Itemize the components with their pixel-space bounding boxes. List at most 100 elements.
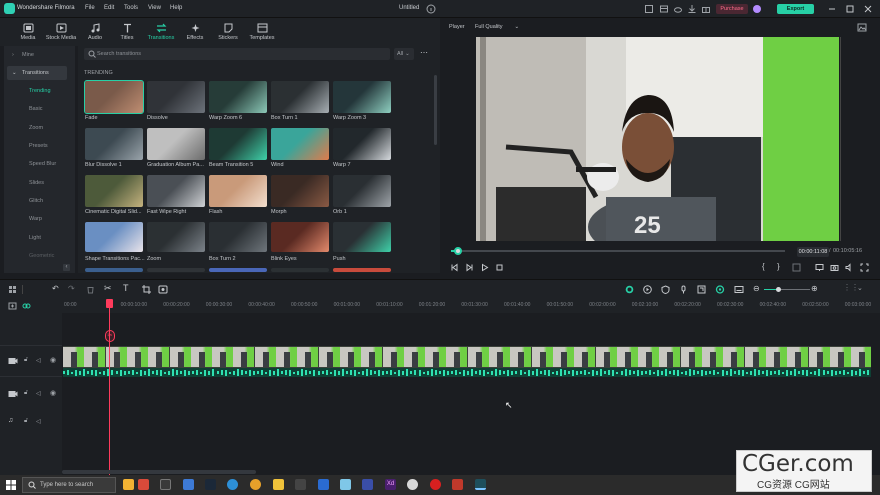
download-icon[interactable] <box>687 4 697 14</box>
nav-item-geometric[interactable]: Geometric <box>29 253 54 259</box>
transition-thumb[interactable] <box>85 222 143 252</box>
nav-item-light[interactable]: Light <box>29 235 41 241</box>
cloud-icon[interactable] <box>673 4 683 14</box>
menu-tools[interactable]: Tools <box>124 5 138 11</box>
filter-select[interactable]: All ⌄ <box>394 48 414 60</box>
playback-progress-knob[interactable] <box>454 247 462 255</box>
camera-icon[interactable] <box>830 263 839 272</box>
nav-item-presets[interactable]: Presets <box>29 143 48 149</box>
nav-collapse-button[interactable]: ‹ <box>63 264 70 271</box>
speaker-icon[interactable]: ◁ <box>36 357 41 364</box>
zoom-slider-knob[interactable] <box>776 287 781 292</box>
taskbar-app-files-icon[interactable] <box>273 479 284 490</box>
voiceover-icon[interactable] <box>697 285 706 294</box>
fullscreen-icon[interactable] <box>860 263 869 272</box>
taskbar-app-phone-icon[interactable] <box>362 479 373 490</box>
nav-item-slides[interactable]: Slides <box>29 180 44 186</box>
undo-icon[interactable]: ↶ <box>52 284 59 293</box>
link-icon[interactable] <box>22 302 31 310</box>
timeline-scrollbar[interactable] <box>62 470 256 474</box>
transition-thumb[interactable] <box>85 128 143 160</box>
ai-tools-icon[interactable] <box>715 285 725 294</box>
taskbar-app-steam-icon[interactable] <box>205 479 216 490</box>
taskbar-app-gift-icon[interactable] <box>138 479 149 490</box>
transition-thumb[interactable] <box>147 175 205 207</box>
next-frame-icon[interactable] <box>465 263 474 272</box>
zoom-out-icon[interactable]: ⊖ <box>753 284 760 293</box>
transition-thumb[interactable] <box>147 128 205 160</box>
taskbar-app-chrome-2-icon[interactable] <box>407 479 418 490</box>
transition-thumb[interactable] <box>84 80 144 114</box>
subtitles-icon[interactable] <box>734 285 744 294</box>
layout-icon[interactable] <box>659 4 669 14</box>
tool-media[interactable]: Media <box>16 18 40 46</box>
minimize-icon[interactable] <box>827 4 837 14</box>
transition-thumb[interactable] <box>85 268 143 272</box>
video-clip[interactable] <box>63 346 871 368</box>
mark-out-icon[interactable]: } <box>777 262 780 271</box>
taskbar-app-recorder-icon[interactable] <box>430 479 441 490</box>
transition-thumb[interactable] <box>209 81 267 113</box>
microphone-icon[interactable] <box>679 285 688 294</box>
play-circle-icon[interactable] <box>643 285 652 294</box>
gift-icon[interactable] <box>701 4 711 14</box>
eye-icon[interactable]: ◉ <box>50 356 56 364</box>
taskbar-app-mail-icon[interactable] <box>183 479 194 490</box>
menu-view[interactable]: View <box>148 5 161 11</box>
nav-item-trending[interactable]: Trending <box>29 88 51 94</box>
nav-section-mine[interactable]: Mine <box>22 52 34 58</box>
avatar[interactable] <box>753 5 761 13</box>
quality-select[interactable]: Full Quality ⌄ <box>475 24 519 30</box>
video-preview[interactable]: 25 <box>476 37 839 241</box>
split-scissors-icon[interactable]: ✂ <box>104 283 112 294</box>
nav-item-speed-blur[interactable]: Speed Blur <box>29 161 56 167</box>
menu-help[interactable]: Help <box>170 5 182 11</box>
transition-thumb[interactable] <box>333 81 391 113</box>
transition-thumb[interactable] <box>271 175 329 207</box>
tool-audio[interactable]: Audio <box>84 18 106 46</box>
transition-thumb[interactable] <box>209 222 267 252</box>
text-tool-icon[interactable]: T <box>123 283 129 293</box>
nav-item-glitch[interactable]: Glitch <box>29 198 43 204</box>
volume-icon[interactable] <box>845 263 854 272</box>
speaker-icon[interactable]: ◁ <box>36 390 41 397</box>
eye-icon[interactable]: ◉ <box>50 389 56 397</box>
lock-icon[interactable]: 🔓︎ <box>24 418 28 425</box>
snapshot-icon[interactable] <box>857 23 867 32</box>
taskbar-task-view-icon[interactable] <box>160 479 171 490</box>
browser-scrollbar[interactable] <box>434 75 437 145</box>
tool-templates[interactable]: Templates <box>248 18 276 46</box>
taskbar-app-adobe-xd-icon[interactable]: Xd <box>385 479 396 490</box>
taskbar-app-clock-icon[interactable] <box>123 479 134 490</box>
nav-section-transitions[interactable]: Transitions <box>22 70 49 76</box>
more-options-icon[interactable]: ⋯ <box>420 48 428 57</box>
taskbar-app-photos-icon[interactable] <box>340 479 351 490</box>
crop-icon[interactable] <box>142 285 151 294</box>
transition-thumb[interactable] <box>271 222 329 252</box>
purchase-button[interactable]: Purchase <box>716 4 748 14</box>
lock-icon[interactable]: 🔓︎ <box>24 357 28 364</box>
lock-icon[interactable]: 🔓︎ <box>24 390 28 397</box>
shield-icon[interactable] <box>661 285 670 294</box>
playhead-marker[interactable]: ✂ <box>105 330 115 342</box>
menu-file[interactable]: File <box>85 5 95 11</box>
menu-edit[interactable]: Edit <box>104 5 114 11</box>
nav-item-basic[interactable]: Basic <box>29 106 42 112</box>
chevron-down-icon[interactable]: ⌄ <box>857 284 863 292</box>
transition-thumb[interactable] <box>147 81 205 113</box>
playhead[interactable] <box>109 299 110 475</box>
grid-layout-icon[interactable] <box>8 285 17 294</box>
tool-effects[interactable]: Effects <box>184 18 206 46</box>
tool-transitions[interactable]: Transitions <box>146 18 176 46</box>
playhead-handle[interactable] <box>106 299 113 308</box>
taskbar-app-filmora-icon[interactable] <box>475 479 486 490</box>
transition-thumb[interactable] <box>333 128 391 160</box>
taskbar-app-chrome-icon[interactable] <box>250 479 261 490</box>
transition-thumb[interactable] <box>209 128 267 160</box>
tool-stock-media[interactable]: Stock Media <box>44 18 78 46</box>
taskbar-app-video-icon[interactable] <box>452 479 463 490</box>
nav-item-warp[interactable]: Warp <box>29 216 42 222</box>
tool-stickers[interactable]: Stickers <box>216 18 240 46</box>
transition-thumb[interactable] <box>271 268 329 272</box>
render-icon[interactable] <box>792 263 801 272</box>
